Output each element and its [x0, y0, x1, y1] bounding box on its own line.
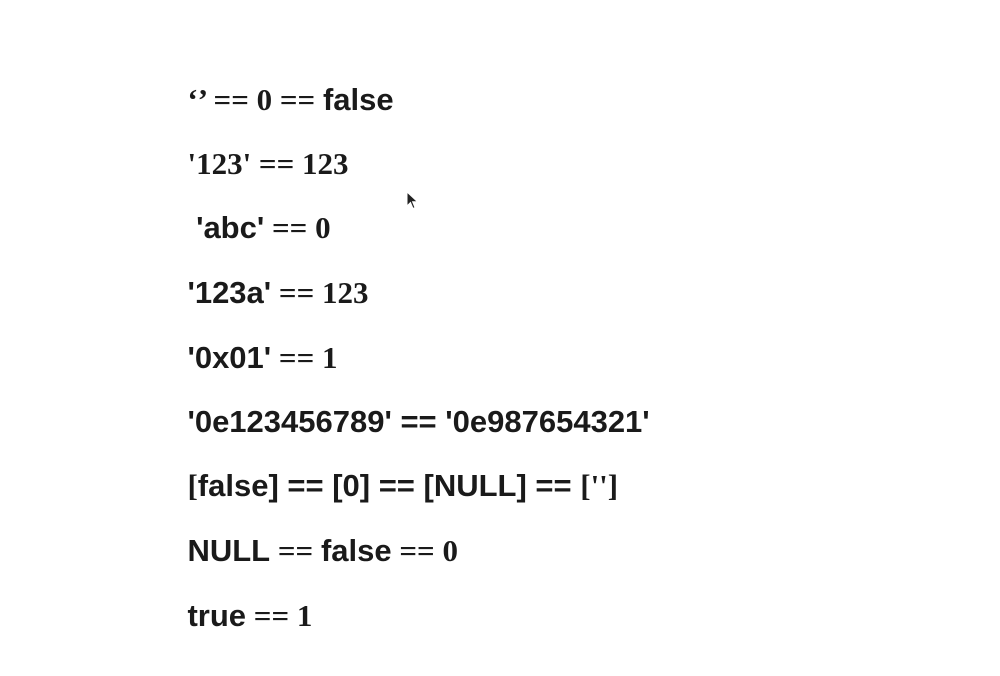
comparison-line-true: true == 1 [153, 556, 312, 676]
line-segment: true [187, 598, 247, 633]
slide-canvas: ‘’ == 0 == false '123' == 123 'abc' == 0… [0, 0, 1000, 672]
line-segment: == 1 [246, 598, 313, 633]
line-segment: false [320, 533, 392, 568]
line-segment: [''] [580, 468, 619, 503]
line-segment: == 0 [391, 533, 458, 568]
mouse-pointer-icon [406, 191, 419, 210]
